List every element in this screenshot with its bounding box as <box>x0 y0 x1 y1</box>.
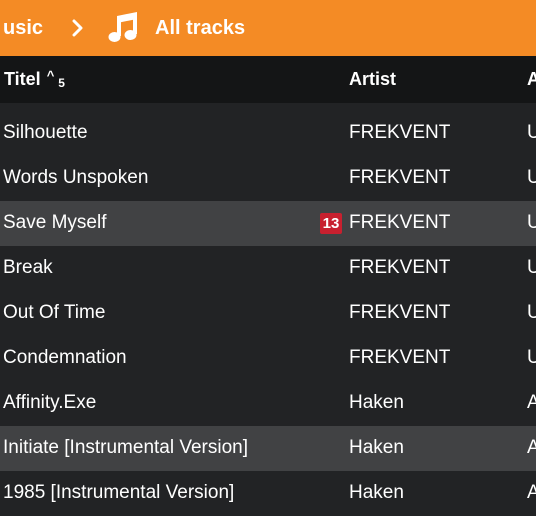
sort-ascending-icon: ^ <box>46 68 55 83</box>
track-artist: FREKVENT <box>349 347 451 368</box>
track-title: Initiate [Instrumental Version] <box>3 437 249 458</box>
track-artist: FREKVENT <box>349 167 451 188</box>
table-header: Titel ^ 5 Artist A <box>0 56 536 103</box>
track-row[interactable]: Affinity.Exe Haken A <box>0 381 536 426</box>
track-row[interactable]: Initiate [Instrumental Version] Haken A <box>0 426 536 471</box>
track-album: U <box>527 347 536 368</box>
track-list: Silhouette FREKVENT U Words Unspoken FREKVEN… <box>0 111 536 516</box>
count-badge: 13 <box>320 213 342 234</box>
track-album: U <box>527 122 536 143</box>
breadcrumb-bar: usic All tracks <box>0 0 536 56</box>
track-album: A <box>527 482 536 503</box>
track-artist: FREKVENT <box>349 212 451 233</box>
track-row[interactable]: Save Myself 13 FREKVENT U <box>0 201 536 246</box>
track-album: U <box>527 257 536 278</box>
track-artist: Haken <box>349 482 404 503</box>
track-album: U <box>527 302 536 323</box>
track-artist: FREKVENT <box>349 257 451 278</box>
track-title: Condemnation <box>3 347 127 368</box>
column-header-album[interactable]: A <box>527 69 536 90</box>
track-title: Out Of Time <box>3 302 106 323</box>
track-album: U <box>527 212 536 233</box>
track-row[interactable]: Condemnation FREKVENT U <box>0 336 536 381</box>
track-title: Save Myself <box>3 212 107 233</box>
sort-indicator: ^ 5 <box>46 68 65 90</box>
track-row[interactable]: Words Unspoken FREKVENT U <box>0 156 536 201</box>
column-header-title-label: Titel <box>4 69 41 89</box>
track-row[interactable]: 1985 [Instrumental Version] Haken A <box>0 471 536 516</box>
track-row[interactable]: Silhouette FREKVENT U <box>0 111 536 156</box>
track-row[interactable]: Break FREKVENT U <box>0 246 536 291</box>
track-title: Break <box>3 257 53 278</box>
track-row[interactable]: Out Of Time FREKVENT U <box>0 291 536 336</box>
track-album: U <box>527 167 536 188</box>
sort-rank: 5 <box>58 76 65 90</box>
chevron-right-icon <box>71 19 87 37</box>
column-header-artist[interactable]: Artist <box>349 69 396 90</box>
column-header-title[interactable]: Titel ^ 5 <box>4 68 65 90</box>
track-album: A <box>527 392 536 413</box>
track-title: Silhouette <box>3 122 88 143</box>
track-artist: Haken <box>349 392 404 413</box>
track-artist: FREKVENT <box>349 122 451 143</box>
track-title: 1985 [Instrumental Version] <box>3 482 235 503</box>
track-artist: Haken <box>349 437 404 458</box>
track-title: Words Unspoken <box>3 167 149 188</box>
track-artist: FREKVENT <box>349 302 451 323</box>
track-title: Affinity.Exe <box>3 392 97 413</box>
breadcrumb-current: All tracks <box>155 16 246 39</box>
music-note-icon <box>105 10 141 46</box>
track-album: A <box>527 437 536 458</box>
breadcrumb-parent-link[interactable]: usic <box>3 17 43 40</box>
